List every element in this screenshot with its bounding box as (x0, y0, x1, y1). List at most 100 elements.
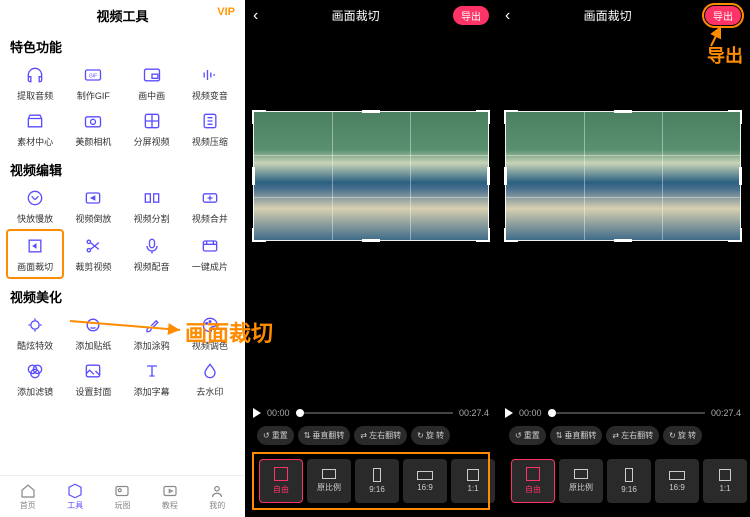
tool-effects[interactable]: 酷炫特效 (6, 310, 64, 356)
crop-handle-left[interactable] (252, 167, 255, 185)
time-end: 00:27.4 (459, 408, 489, 418)
op-reset[interactable]: ↺重置 (257, 426, 294, 445)
bottom-nav: 首页 工具 玩图 教程 我的 (0, 475, 245, 517)
merge-icon (199, 187, 221, 209)
tool-dubbing[interactable]: 视频配音 (123, 229, 181, 279)
crop-handle-right[interactable] (739, 167, 742, 185)
tool-speed[interactable]: 快放慢放 (6, 183, 64, 229)
export-button[interactable]: 导出 (705, 6, 741, 25)
tool-trim[interactable]: 裁剪视频 (64, 229, 122, 279)
tool-split-screen[interactable]: 分屏视频 (123, 106, 181, 152)
ratio-9-16[interactable]: 9:16 (607, 459, 651, 503)
op-rotate[interactable]: ↻旋 转 (411, 426, 450, 445)
op-rotate[interactable]: ↻旋 转 (663, 426, 702, 445)
cut-icon (141, 187, 163, 209)
crop-frame[interactable] (253, 111, 489, 241)
op-flip-h[interactable]: ⇄左右翻转 (606, 426, 659, 445)
timeline-track[interactable] (548, 412, 705, 414)
tool-filter[interactable]: 添加滤镜 (6, 356, 64, 402)
tools-app-panel: 视频工具 VIP 特色功能 提取音频 GIF制作GIF 画中画 视频变音 素材中… (0, 0, 245, 517)
crop-handle-left[interactable] (504, 167, 507, 185)
ratio-16-9[interactable]: 16:9 (403, 459, 447, 503)
crop-handle-bl[interactable] (252, 228, 266, 242)
annotation-arrow-crop (70, 318, 185, 338)
video-preview[interactable] (505, 111, 741, 241)
crop-handle-right[interactable] (487, 167, 490, 185)
ratio-free[interactable]: 自由 (511, 459, 555, 503)
tool-watermark[interactable]: 去水印 (181, 356, 239, 402)
tool-split-video[interactable]: 视频分割 (123, 183, 181, 229)
editor-view-2: ‹ 画面裁切 导出 导出 00:00 00:27.4 ↺重置 ⇅垂直翻转 ⇄左右… (497, 0, 749, 517)
featured-grid: 提取音频 GIF制作GIF 画中画 视频变音 素材中心 美颜相机 分屏视频 视频… (0, 60, 245, 154)
crop-handle-br[interactable] (728, 228, 742, 242)
timeline-track[interactable] (296, 412, 453, 414)
ratio-original[interactable]: 原比例 (559, 459, 603, 503)
tool-make-gif[interactable]: GIF制作GIF (64, 60, 122, 106)
ratio-1-1[interactable]: 1:1 (703, 459, 747, 503)
play-button[interactable] (253, 408, 261, 418)
crop-handle-tl[interactable] (252, 110, 266, 124)
tool-crop-frame[interactable]: 画面裁切 (6, 229, 64, 279)
tool-extract-audio[interactable]: 提取音频 (6, 60, 64, 106)
tool-pip[interactable]: 画中画 (123, 60, 181, 106)
nav-me[interactable]: 我的 (208, 482, 226, 511)
crop-frame[interactable] (505, 111, 741, 241)
editor-title: 画面裁切 (584, 7, 632, 24)
export-button[interactable]: 导出 (453, 6, 489, 25)
tool-auto-edit[interactable]: 一键成片 (181, 229, 239, 279)
tool-voice-change[interactable]: 视频变音 (181, 60, 239, 106)
tool-cover[interactable]: 设置封面 (64, 356, 122, 402)
tool-material[interactable]: 素材中心 (6, 106, 64, 152)
ratio-original[interactable]: 原比例 (307, 459, 351, 503)
ratio-16-9[interactable]: 16:9 (655, 459, 699, 503)
op-reset[interactable]: ↺重置 (509, 426, 546, 445)
tool-beauty-cam[interactable]: 美颜相机 (64, 106, 122, 152)
aspect-ratios: 自由 原比例 9:16 16:9 1:1 (253, 453, 489, 509)
crop-handle-br[interactable] (476, 228, 490, 242)
droplet-icon (199, 360, 221, 382)
tool-reverse[interactable]: 视频倒放 (64, 183, 122, 229)
crop-handle-bottom[interactable] (614, 239, 632, 242)
tool-compress[interactable]: 视频压缩 (181, 106, 239, 152)
crop-handle-tl[interactable] (504, 110, 518, 124)
crop-handle-bl[interactable] (504, 228, 518, 242)
text-icon (141, 360, 163, 382)
crop-handle-tr[interactable] (728, 110, 742, 124)
op-flip-h[interactable]: ⇄左右翻转 (354, 426, 407, 445)
play-button[interactable] (505, 408, 513, 418)
photo-icon (113, 482, 131, 500)
annotation-crop-label: 画面裁切 (185, 316, 273, 348)
ratio-1-1[interactable]: 1:1 (451, 459, 495, 503)
ratio-free[interactable]: 自由 (259, 459, 303, 503)
transform-ops: ↺重置 ⇅垂直翻转 ⇄左右翻转 ↻旋 转 (505, 418, 741, 453)
film-icon (199, 235, 221, 257)
video-preview[interactable] (253, 111, 489, 241)
timeline: 00:00 00:27.4 ↺重置 ⇅垂直翻转 ⇄左右翻转 ↻旋 转 自由 原比… (245, 400, 497, 517)
transform-ops: ↺重置 ⇅垂直翻转 ⇄左右翻转 ↻旋 转 (253, 418, 489, 453)
vip-badge[interactable]: VIP (217, 6, 235, 18)
crop-handle-top[interactable] (614, 110, 632, 113)
sparkle-icon (24, 314, 46, 336)
tool-merge[interactable]: 视频合并 (181, 183, 239, 229)
nav-play-image[interactable]: 玩图 (113, 482, 131, 511)
crop-handle-tr[interactable] (476, 110, 490, 124)
annotation-export-label: 导出 (707, 42, 743, 68)
crop-handle-top[interactable] (362, 110, 380, 113)
op-flip-v[interactable]: ⇅垂直翻转 (298, 426, 351, 445)
op-flip-v[interactable]: ⇅垂直翻转 (550, 426, 603, 445)
split-icon (141, 110, 163, 132)
nav-tutorial[interactable]: 教程 (161, 482, 179, 511)
back-button[interactable]: ‹ (505, 7, 510, 25)
scissors-icon (82, 235, 104, 257)
time-start: 00:00 (267, 408, 290, 418)
ratio-9-16[interactable]: 9:16 (355, 459, 399, 503)
timeline: 00:00 00:27.4 ↺重置 ⇅垂直翻转 ⇄左右翻转 ↻旋 转 自由 原比… (497, 400, 749, 517)
nav-home[interactable]: 首页 (19, 482, 37, 511)
filter-icon (24, 360, 46, 382)
nav-tools[interactable]: 工具 (66, 482, 84, 511)
crop-handle-bottom[interactable] (362, 239, 380, 242)
back-button[interactable]: ‹ (253, 7, 258, 25)
gif-icon: GIF (82, 64, 104, 86)
tool-subtitle[interactable]: 添加字幕 (123, 356, 181, 402)
pip-icon (141, 64, 163, 86)
